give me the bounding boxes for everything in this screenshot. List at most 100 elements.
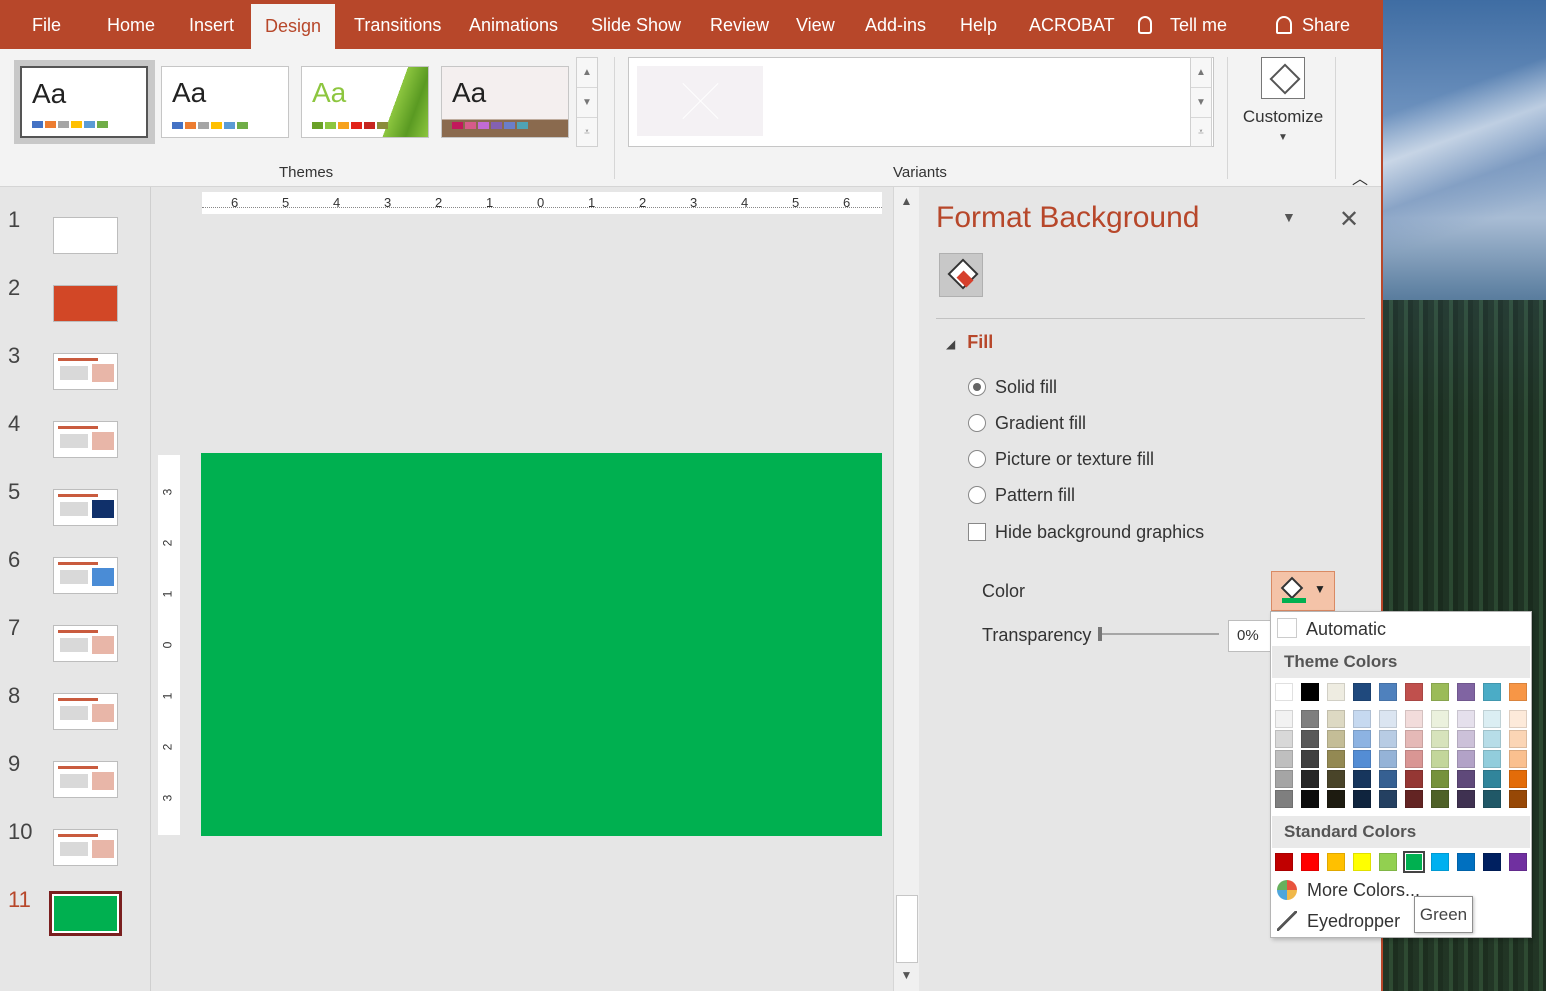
tell-me-search[interactable]: Tell me (1138, 0, 1227, 49)
theme-shade-swatch[interactable] (1275, 790, 1293, 808)
pane-options-dropdown-icon[interactable]: ▼ (1282, 209, 1296, 225)
slide-thumbnail[interactable] (49, 891, 122, 936)
picture-fill-option[interactable]: Picture or texture fill (968, 449, 1154, 470)
eyedropper-option[interactable]: Eyedropper (1277, 911, 1400, 932)
theme-shade-swatch[interactable] (1327, 750, 1345, 768)
theme-facet[interactable]: Aa (301, 66, 429, 138)
pattern-fill-radio[interactable] (968, 486, 986, 504)
theme-shade-swatch[interactable] (1379, 730, 1397, 748)
tab-review[interactable]: Review (710, 0, 769, 49)
tab-home[interactable]: Home (107, 0, 155, 49)
theme-shade-swatch[interactable] (1275, 730, 1293, 748)
tab-help[interactable]: Help (960, 0, 997, 49)
slide-thumbnail-row[interactable]: 6 (0, 547, 151, 615)
solid-fill-option[interactable]: Solid fill (968, 377, 1057, 398)
theme-shade-swatch[interactable] (1353, 750, 1371, 768)
slide-thumbnail-row[interactable]: 11 (0, 887, 151, 955)
standard-color-swatch[interactable] (1275, 853, 1293, 871)
theme-shade-swatch[interactable] (1405, 790, 1423, 808)
theme-shade-swatch[interactable] (1301, 750, 1319, 768)
theme-color-swatch[interactable] (1275, 683, 1293, 701)
theme-shade-swatch[interactable] (1509, 750, 1527, 768)
tab-insert[interactable]: Insert (189, 0, 234, 49)
theme-shade-swatch[interactable] (1405, 770, 1423, 788)
variant-placeholder[interactable] (637, 66, 763, 136)
theme-shade-swatch[interactable] (1431, 730, 1449, 748)
hide-background-graphics-option[interactable]: Hide background graphics (968, 522, 1204, 543)
transparency-slider-track[interactable] (1099, 633, 1219, 635)
theme-color-swatch[interactable] (1353, 683, 1371, 701)
theme-shade-swatch[interactable] (1353, 730, 1371, 748)
theme-shade-swatch[interactable] (1275, 710, 1293, 728)
collapse-ribbon-icon[interactable]: ︿ (1352, 165, 1368, 189)
theme-shade-swatch[interactable] (1301, 790, 1319, 808)
theme-shade-swatch[interactable] (1431, 790, 1449, 808)
standard-color-swatch[interactable] (1457, 853, 1475, 871)
slide-thumbnail-row[interactable]: 5 (0, 479, 151, 547)
tab-file[interactable]: File (32, 0, 61, 49)
theme-color-swatch[interactable] (1379, 683, 1397, 701)
share-button[interactable]: Share (1276, 0, 1350, 49)
theme-shade-swatch[interactable] (1431, 710, 1449, 728)
theme-color-swatch[interactable] (1405, 683, 1423, 701)
hide-graphics-checkbox[interactable] (968, 523, 986, 541)
theme-color-swatch[interactable] (1509, 683, 1527, 701)
theme-shade-swatch[interactable] (1431, 750, 1449, 768)
theme-shade-swatch[interactable] (1327, 710, 1345, 728)
slide-thumbnail[interactable] (53, 421, 118, 458)
tab-slide-show[interactable]: Slide Show (591, 0, 681, 49)
theme-shade-swatch[interactable] (1327, 770, 1345, 788)
theme-shade-swatch[interactable] (1483, 770, 1501, 788)
slide-thumbnail[interactable] (53, 693, 118, 730)
slide-canvas[interactable] (201, 453, 882, 836)
slide-thumbnail[interactable] (53, 829, 118, 866)
slide-thumbnail[interactable] (53, 353, 118, 390)
theme-shade-swatch[interactable] (1405, 710, 1423, 728)
theme-shade-swatch[interactable] (1405, 750, 1423, 768)
slide-thumbnail-row[interactable]: 8 (0, 683, 151, 751)
slide-thumbnail[interactable] (53, 761, 118, 798)
slide-thumbnail-row[interactable]: 10 (0, 819, 151, 887)
theme-shade-swatch[interactable] (1483, 730, 1501, 748)
fill-section-header[interactable]: ◢ Fill (946, 332, 993, 353)
slide-thumbnail[interactable] (53, 557, 118, 594)
more-variants-icon[interactable]: ⩡ (1191, 118, 1211, 148)
theme-color-swatch[interactable] (1457, 683, 1475, 701)
theme-shade-swatch[interactable] (1327, 790, 1345, 808)
tab-design[interactable]: Design (251, 4, 336, 49)
solid-fill-radio[interactable] (968, 378, 986, 396)
theme-color-swatch[interactable] (1483, 683, 1501, 701)
slide-thumbnail-row[interactable]: 7 (0, 615, 151, 683)
theme-shade-swatch[interactable] (1353, 790, 1371, 808)
slide-thumbnail-row[interactable]: 9 (0, 751, 151, 819)
more-colors-option[interactable]: More Colors... (1277, 880, 1420, 901)
pattern-fill-option[interactable]: Pattern fill (968, 485, 1075, 506)
theme-shade-swatch[interactable] (1379, 770, 1397, 788)
gradient-fill-option[interactable]: Gradient fill (968, 413, 1086, 434)
theme-shade-swatch[interactable] (1327, 730, 1345, 748)
slide-thumbnail[interactable] (53, 217, 118, 254)
theme-shade-swatch[interactable] (1483, 790, 1501, 808)
theme-shade-swatch[interactable] (1275, 750, 1293, 768)
slide-thumbnail-row[interactable]: 1 (0, 207, 151, 275)
standard-color-swatch[interactable] (1509, 853, 1527, 871)
theme-shade-swatch[interactable] (1483, 710, 1501, 728)
tab-add-ins[interactable]: Add-ins (865, 0, 926, 49)
theme-shade-swatch[interactable] (1301, 730, 1319, 748)
scroll-up-icon[interactable]: ▲ (894, 189, 919, 213)
theme-wood-type[interactable]: Aa (441, 66, 569, 138)
theme-shade-swatch[interactable] (1431, 770, 1449, 788)
close-icon[interactable]: ✕ (1339, 205, 1359, 234)
theme-shade-swatch[interactable] (1353, 710, 1371, 728)
theme-shade-swatch[interactable] (1483, 750, 1501, 768)
theme-shade-swatch[interactable] (1275, 770, 1293, 788)
theme-shade-swatch[interactable] (1509, 730, 1527, 748)
theme-shade-swatch[interactable] (1509, 770, 1527, 788)
standard-color-swatch[interactable] (1327, 853, 1345, 871)
theme-color-swatch[interactable] (1431, 683, 1449, 701)
tab-transitions[interactable]: Transitions (354, 0, 441, 49)
scroll-up-icon[interactable]: ▲ (1191, 58, 1211, 88)
standard-color-swatch[interactable] (1403, 851, 1425, 873)
slide-thumbnail[interactable] (53, 489, 118, 526)
theme-shade-swatch[interactable] (1353, 770, 1371, 788)
